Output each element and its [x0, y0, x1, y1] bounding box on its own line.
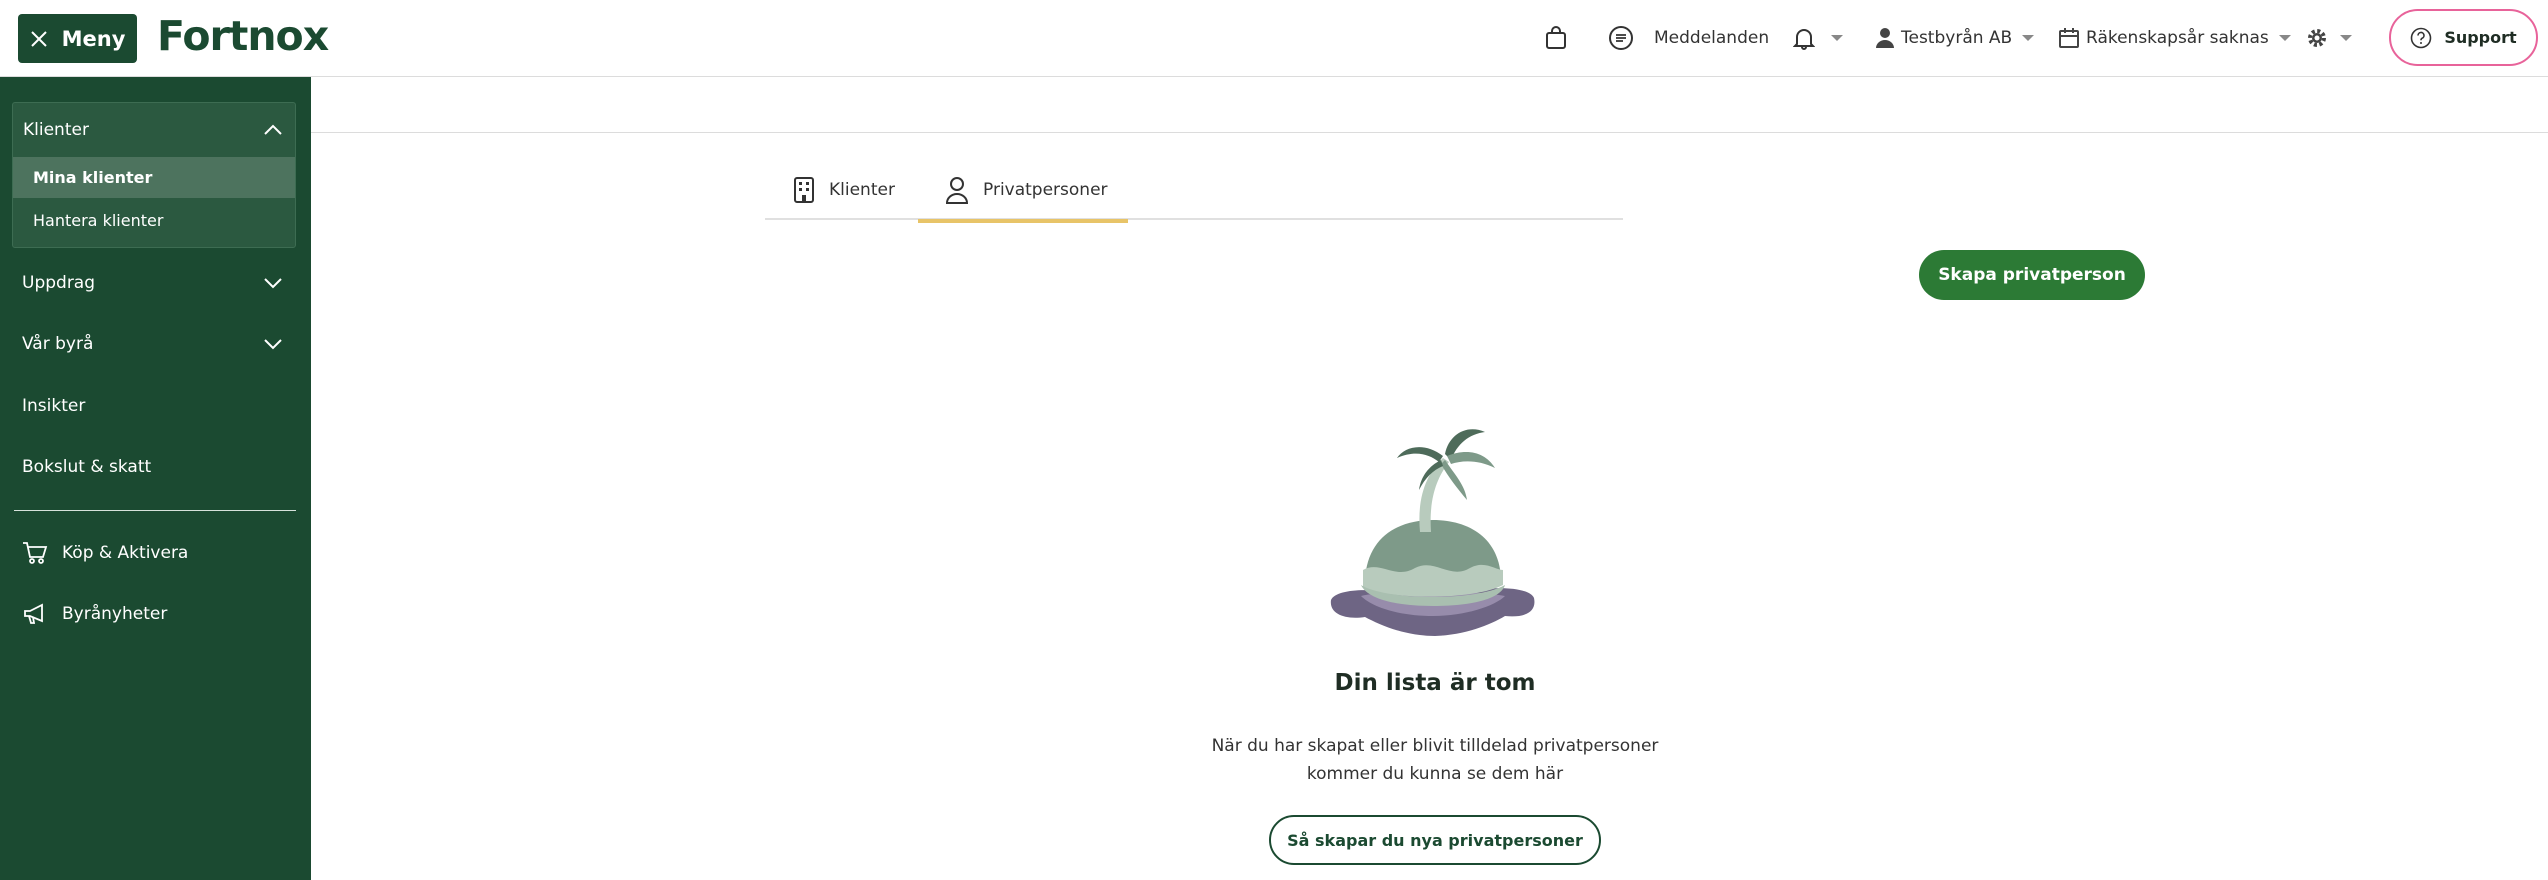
support-label: Support	[2444, 28, 2517, 47]
cart-icon	[23, 542, 48, 564]
sidebar-item-label: Insikter	[22, 396, 86, 416]
company-selector[interactable]: Testbyrån AB	[1875, 20, 2035, 56]
sidebar-item-label: Mina klienter	[33, 168, 153, 187]
sidebar-item-insikter[interactable]: Insikter	[0, 384, 311, 428]
tab-klienter[interactable]: Klienter	[793, 160, 895, 220]
tab-privatpersoner[interactable]: Privatpersoner	[918, 160, 1128, 223]
sidebar: Klienter Mina klienter Hantera klienter …	[0, 77, 311, 880]
shop-bag-button[interactable]	[1545, 20, 1567, 56]
empty-state-line-1: När du har skapat eller blivit tilldelad…	[1211, 736, 1659, 756]
menu-label: Meny	[61, 26, 126, 51]
create-private-person-button[interactable]: Skapa privatperson	[1919, 250, 2145, 300]
sidebar-link-kop-aktivera[interactable]: Köp & Aktivera	[0, 531, 311, 575]
sidebar-group-klienter: Klienter Mina klienter Hantera klienter	[12, 102, 296, 248]
shopping-bag-icon	[1546, 26, 1566, 49]
bell-icon	[1793, 29, 1815, 50]
sidebar-item-bokslut-skatt[interactable]: Bokslut & skatt	[0, 445, 311, 489]
sidebar-item-label: Hantera klienter	[33, 211, 164, 230]
page-header-strip	[311, 77, 2548, 133]
empty-island-illustration	[1330, 429, 1535, 636]
sidebar-group-header[interactable]: Klienter	[13, 103, 295, 157]
fiscal-year-selector[interactable]: Räkenskapsår saknas	[2058, 20, 2291, 56]
messages-icon	[1609, 26, 1633, 50]
chevron-up-icon	[264, 124, 282, 135]
sidebar-item-label: Bokslut & skatt	[22, 457, 152, 477]
sidebar-item-label: Uppdrag	[22, 273, 96, 293]
empty-state-title: Din lista är tom	[1334, 670, 1536, 696]
support-button[interactable]: Support	[2389, 9, 2538, 66]
person-icon	[945, 177, 969, 204]
sidebar-item-label: Vår byrå	[22, 334, 94, 354]
messages-label: Meddelanden	[1654, 28, 1770, 48]
sidebar-item-uppdrag[interactable]: Uppdrag	[0, 261, 311, 305]
empty-state-line-2: kommer du kunna se dem här	[1306, 764, 1564, 784]
tab-label: Klienter	[829, 180, 895, 200]
sidebar-item-var-byra[interactable]: Vår byrå	[0, 322, 311, 366]
tab-bar: Klienter Privatpersoner	[765, 160, 1623, 223]
company-label: Testbyrån AB	[1901, 28, 2013, 48]
fortnox-logo[interactable]: Fortnox	[157, 12, 329, 60]
how-to-create-button[interactable]: Så skapar du nya privatpersoner	[1269, 815, 1601, 865]
menu-button[interactable]: Meny	[18, 14, 137, 63]
empty-state-text: När du har skapat eller blivit tilldelad…	[1135, 732, 1735, 788]
calendar-icon	[2059, 28, 2079, 48]
help-circle-icon	[2411, 27, 2432, 48]
chevron-down-icon	[264, 278, 282, 289]
chevron-down-icon	[264, 339, 282, 350]
sidebar-group-label: Klienter	[23, 120, 89, 140]
settings-button[interactable]	[2306, 20, 2352, 56]
chevron-down-icon	[1831, 35, 1843, 41]
close-icon	[30, 30, 47, 47]
sidebar-link-label: Köp & Aktivera	[62, 543, 189, 563]
sidebar-link-byranyheter[interactable]: Byrånyheter	[0, 592, 311, 636]
megaphone-icon	[24, 603, 43, 624]
sidebar-link-label: Byrånyheter	[62, 604, 168, 624]
sidebar-item-hantera-klienter[interactable]: Hantera klienter	[13, 200, 295, 241]
sidebar-divider	[14, 510, 296, 511]
notifications-button[interactable]	[1793, 20, 1843, 56]
chevron-down-icon	[2340, 35, 2352, 41]
sidebar-item-mina-klienter[interactable]: Mina klienter	[13, 157, 295, 198]
user-icon	[1876, 28, 1894, 48]
fiscal-year-label: Räkenskapsår saknas	[2086, 28, 2269, 48]
top-bar: Meny Fortnox Meddelanden Testbyrån AB Rä…	[0, 0, 2548, 77]
gear-icon	[2308, 29, 2326, 47]
tab-label: Privatpersoner	[983, 180, 1108, 200]
chevron-down-icon	[2278, 35, 2291, 41]
chevron-down-icon	[2022, 35, 2035, 41]
building-icon	[794, 177, 814, 203]
messages-button[interactable]: Meddelanden	[1608, 20, 1769, 56]
